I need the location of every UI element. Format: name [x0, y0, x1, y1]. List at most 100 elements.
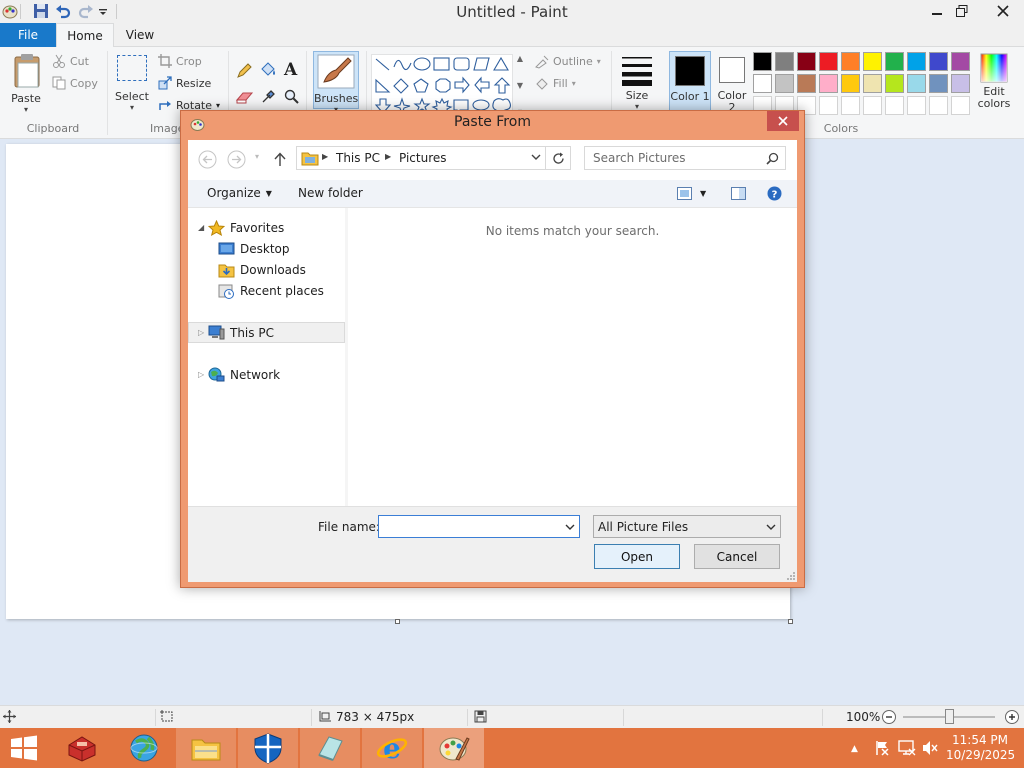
- cancel-button[interactable]: Cancel: [694, 544, 780, 569]
- outline-button[interactable]: Outline ▾: [534, 54, 601, 69]
- palette-color-swatch[interactable]: [863, 74, 882, 93]
- cut-button[interactable]: Cut: [52, 54, 89, 68]
- expand-arrow-icon[interactable]: ▷: [198, 370, 208, 379]
- paste-button[interactable]: Paste ▾: [6, 51, 46, 117]
- palette-color-swatch[interactable]: [797, 52, 816, 71]
- palette-color-swatch[interactable]: [797, 74, 816, 93]
- taskbar-internet-explorer[interactable]: e: [362, 728, 422, 768]
- network-status-icon[interactable]: [898, 740, 916, 756]
- palette-color-swatch[interactable]: [907, 52, 926, 71]
- brushes-button[interactable]: Brushes ▾: [313, 51, 359, 114]
- search-icon[interactable]: [766, 152, 779, 165]
- breadcrumb-chevron-icon[interactable]: ▶: [322, 152, 328, 161]
- up-arrow-icon[interactable]: [274, 152, 286, 166]
- taskbar-app-globe[interactable]: [114, 728, 174, 768]
- file-name-combobox[interactable]: [378, 515, 580, 538]
- palette-color-swatch[interactable]: [885, 52, 904, 71]
- taskbar-app-toolbox[interactable]: [52, 728, 112, 768]
- copy-button[interactable]: Copy: [52, 76, 98, 90]
- back-arrow-icon[interactable]: [198, 150, 217, 169]
- palette-color-swatch[interactable]: [885, 74, 904, 93]
- refresh-button[interactable]: [546, 146, 571, 170]
- help-icon[interactable]: ?: [767, 186, 782, 201]
- magnifier-icon[interactable]: [284, 89, 300, 105]
- palette-custom-slot[interactable]: [929, 96, 948, 115]
- palette-color-swatch[interactable]: [775, 74, 794, 93]
- palette-custom-slot[interactable]: [907, 96, 926, 115]
- file-type-select[interactable]: All Picture Files: [593, 515, 781, 538]
- palette-color-swatch[interactable]: [907, 74, 926, 93]
- palette-color-swatch[interactable]: [863, 52, 882, 71]
- palette-custom-slot[interactable]: [951, 96, 970, 115]
- address-dropdown-icon[interactable]: [531, 152, 541, 162]
- taskbar-app-eraser[interactable]: [300, 728, 360, 768]
- shapes-gallery[interactable]: [371, 54, 513, 117]
- recent-locations-dropdown-icon[interactable]: ▾: [255, 152, 259, 161]
- nav-recent-places[interactable]: Recent places: [188, 280, 345, 301]
- palette-color-swatch[interactable]: [819, 52, 838, 71]
- palette-color-swatch[interactable]: [753, 74, 772, 93]
- palette-custom-slot[interactable]: [819, 96, 838, 115]
- breadcrumb-this-pc[interactable]: This PC: [336, 151, 380, 165]
- tab-home[interactable]: Home: [56, 23, 114, 48]
- palette-color-swatch[interactable]: [775, 52, 794, 71]
- breadcrumb-pictures[interactable]: Pictures: [399, 151, 447, 165]
- file-name-dropdown-icon[interactable]: [565, 522, 575, 532]
- view-options-button[interactable]: ▼: [677, 187, 706, 200]
- zoom-out-button[interactable]: [881, 709, 897, 725]
- palette-color-swatch[interactable]: [841, 52, 860, 71]
- edit-colors-button[interactable]: Edit colors: [976, 53, 1012, 117]
- size-button[interactable]: Size ▾: [618, 53, 656, 115]
- forward-arrow-icon[interactable]: [227, 150, 246, 169]
- palette-custom-slot[interactable]: [885, 96, 904, 115]
- file-list-area[interactable]: No items match your search.: [348, 208, 797, 506]
- tab-view[interactable]: View: [114, 23, 166, 47]
- action-center-flag-icon[interactable]: [874, 740, 890, 756]
- taskbar-clock[interactable]: 11:54 PM 10/29/2025: [946, 733, 1015, 763]
- volume-muted-icon[interactable]: [922, 740, 938, 756]
- restore-button[interactable]: [951, 0, 973, 22]
- zoom-in-button[interactable]: [1004, 709, 1020, 725]
- show-hidden-icons-button[interactable]: ▲: [851, 744, 858, 754]
- dialog-close-button[interactable]: [767, 111, 799, 131]
- zoom-slider-thumb[interactable]: [945, 709, 954, 724]
- fill-bucket-icon[interactable]: [259, 62, 277, 78]
- address-bar[interactable]: ▶ This PC ▶ Pictures: [296, 146, 546, 170]
- scroll-down-icon[interactable]: ▼: [517, 81, 523, 90]
- color2-button[interactable]: Color 2: [713, 51, 751, 111]
- resize-button[interactable]: Resize: [158, 76, 211, 90]
- palette-color-swatch[interactable]: [929, 74, 948, 93]
- select-button[interactable]: Select ▾: [115, 55, 149, 115]
- close-button[interactable]: [983, 0, 1023, 22]
- nav-desktop[interactable]: Desktop: [188, 238, 345, 259]
- palette-color-swatch[interactable]: [951, 52, 970, 71]
- crop-button[interactable]: Crop: [158, 54, 202, 68]
- color-picker-icon[interactable]: [261, 88, 277, 104]
- tab-file[interactable]: File: [0, 23, 56, 47]
- search-box[interactable]: Search Pictures: [584, 146, 786, 170]
- file-type-dropdown-icon[interactable]: [766, 522, 776, 532]
- open-button[interactable]: Open: [594, 544, 680, 569]
- scroll-up-icon[interactable]: ▲: [517, 54, 523, 63]
- fill-button[interactable]: Fill ▾: [534, 76, 576, 91]
- preview-pane-icon[interactable]: [731, 187, 746, 200]
- palette-custom-slot[interactable]: [841, 96, 860, 115]
- collapse-arrow-icon[interactable]: ◢: [198, 223, 208, 232]
- pencil-icon[interactable]: [236, 63, 252, 79]
- nav-downloads[interactable]: Downloads: [188, 259, 345, 280]
- nav-favorites[interactable]: ◢ Favorites: [188, 217, 345, 238]
- nav-this-pc[interactable]: ▷ This PC: [188, 322, 345, 343]
- text-tool-icon[interactable]: A: [284, 60, 297, 80]
- breadcrumb-chevron-icon[interactable]: ▶: [385, 152, 391, 161]
- palette-color-swatch[interactable]: [951, 74, 970, 93]
- organize-menu[interactable]: Organize ▼: [207, 186, 272, 200]
- expand-arrow-icon[interactable]: ▷: [198, 328, 208, 337]
- resize-grip-icon[interactable]: [786, 571, 795, 580]
- eraser-icon[interactable]: [236, 90, 254, 104]
- start-button[interactable]: [0, 728, 48, 768]
- palette-custom-slot[interactable]: [863, 96, 882, 115]
- palette-color-swatch[interactable]: [929, 52, 948, 71]
- nav-network[interactable]: ▷ Network: [188, 364, 345, 385]
- palette-color-swatch[interactable]: [819, 74, 838, 93]
- palette-color-swatch[interactable]: [753, 52, 772, 71]
